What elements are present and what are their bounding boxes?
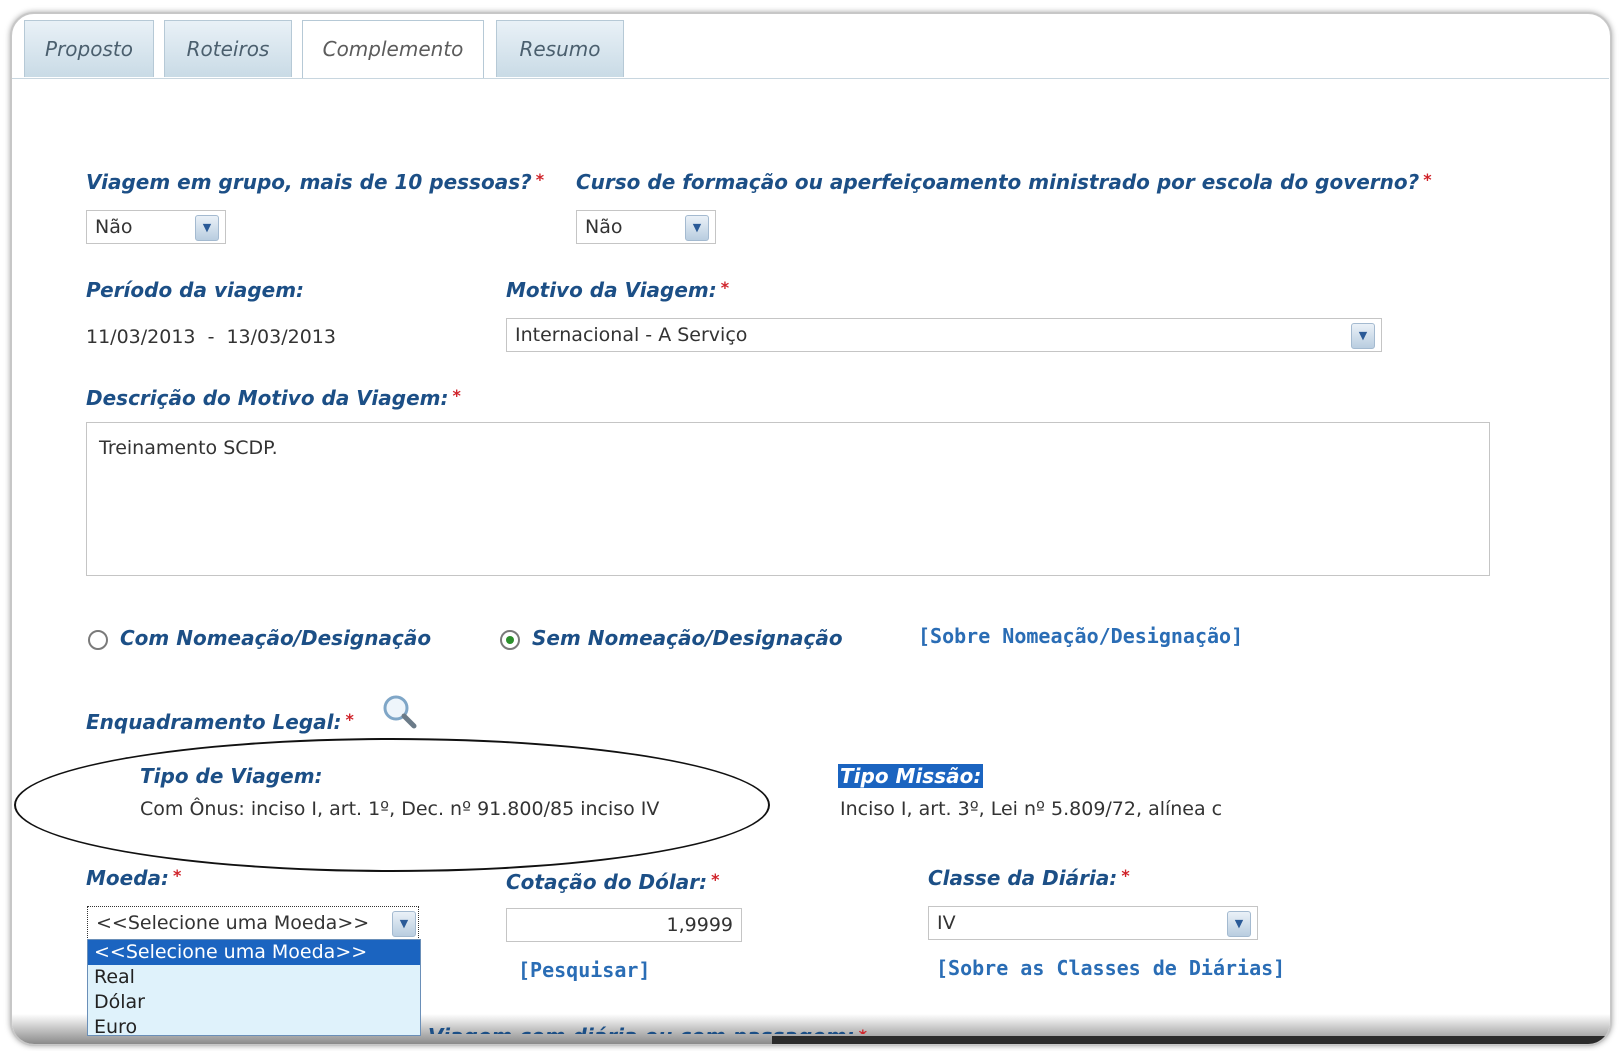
radio-com-nomeacao-label: Com Nomeação/Designação bbox=[120, 626, 432, 650]
radio-sem-nomeacao[interactable] bbox=[500, 630, 520, 650]
grupo-select-value: Não bbox=[95, 216, 133, 238]
chevron-down-icon: ▼ bbox=[392, 911, 416, 937]
classe-select-value: IV bbox=[937, 912, 956, 934]
sobre-nomeacao-link[interactable]: [Sobre Nomeação/Designação] bbox=[918, 624, 1243, 648]
periodo-label: Período da viagem: bbox=[86, 278, 305, 302]
required-marker: * bbox=[859, 1026, 867, 1034]
grupo-label: Viagem em grupo, mais de 10 pessoas? * bbox=[86, 170, 544, 194]
descricao-textarea[interactable]: Treinamento SCDP. bbox=[86, 422, 1490, 576]
tab-bar: Proposto Roteiros Complemento Resumo bbox=[12, 20, 1609, 79]
tipo-viagem-label: Tipo de Viagem: bbox=[140, 764, 323, 788]
moeda-option[interactable]: Dólar bbox=[88, 990, 420, 1015]
classe-label: Classe da Diária: * bbox=[928, 866, 1130, 890]
magnifier-icon[interactable] bbox=[380, 692, 420, 732]
required-marker: * bbox=[1121, 866, 1130, 885]
radio-com-nomeacao[interactable] bbox=[88, 630, 108, 650]
required-marker: * bbox=[711, 870, 720, 889]
radio-sem-nomeacao-label: Sem Nomeação/Designação bbox=[532, 626, 843, 650]
curso-label-text: Curso de formação ou aperfeiçoamento min… bbox=[576, 170, 1420, 194]
frame-bottom-bar bbox=[772, 1036, 1610, 1044]
chevron-down-icon: ▼ bbox=[1351, 323, 1375, 349]
curso-select-value: Não bbox=[585, 216, 623, 238]
motivo-select[interactable]: Internacional - A Serviço ▼ bbox=[506, 318, 1382, 352]
viagem-diaria-label-text: Viagem com diária ou com passagem: bbox=[428, 1024, 855, 1034]
sobre-classes-link[interactable]: [Sobre as Classes de Diárias] bbox=[936, 956, 1285, 980]
cotacao-input[interactable]: 1,9999 bbox=[506, 908, 742, 942]
viagem-diaria-label: Viagem com diária ou com passagem: * bbox=[428, 1022, 867, 1034]
moeda-select-value: <<Selecione uma Moeda>> bbox=[96, 912, 370, 934]
motivo-label-text: Motivo da Viagem: bbox=[506, 278, 717, 302]
tipo-missao-label-text: Tipo Missão: bbox=[838, 764, 984, 788]
periodo-value: 11/03/2013 - 13/03/2013 bbox=[86, 326, 336, 348]
cotacao-label: Cotação do Dólar: * bbox=[506, 870, 719, 894]
grupo-select[interactable]: Não ▼ bbox=[86, 210, 226, 244]
moeda-label-text: Moeda: bbox=[86, 866, 170, 890]
chevron-down-icon: ▼ bbox=[1227, 911, 1251, 937]
grupo-label-text: Viagem em grupo, mais de 10 pessoas? bbox=[86, 170, 532, 194]
moeda-option[interactable]: <<Selecione uma Moeda>> bbox=[88, 940, 420, 965]
periodo-separator: - bbox=[207, 326, 215, 348]
required-marker: * bbox=[535, 170, 545, 189]
enquadramento-label-text: Enquadramento Legal: bbox=[86, 710, 342, 734]
required-marker: * bbox=[345, 710, 354, 729]
moeda-label: Moeda: * bbox=[86, 866, 181, 890]
moeda-select[interactable]: <<Selecione uma Moeda>> ▼ bbox=[87, 906, 419, 940]
required-marker: * bbox=[720, 278, 730, 297]
classe-label-text: Classe da Diária: bbox=[928, 866, 1118, 890]
motivo-label: Motivo da Viagem: * bbox=[506, 278, 729, 302]
tab-complemento[interactable]: Complemento bbox=[302, 20, 484, 78]
required-marker: * bbox=[1423, 170, 1432, 189]
periodo-start: 11/03/2013 bbox=[86, 326, 196, 348]
descricao-label-text: Descrição do Motivo da Viagem: bbox=[86, 386, 449, 410]
periodo-end: 13/03/2013 bbox=[226, 326, 336, 348]
tipo-viagem-value: Com Ônus: inciso I, art. 1º, Dec. nº 91.… bbox=[140, 798, 660, 820]
curso-label: Curso de formação ou aperfeiçoamento min… bbox=[576, 170, 1432, 194]
descricao-label: Descrição do Motivo da Viagem: * bbox=[86, 386, 461, 410]
tab-roteiros[interactable]: Roteiros bbox=[164, 20, 292, 77]
tab-proposto[interactable]: Proposto bbox=[24, 20, 154, 77]
classe-select[interactable]: IV ▼ bbox=[928, 906, 1258, 940]
curso-select[interactable]: Não ▼ bbox=[576, 210, 716, 244]
tab-resumo[interactable]: Resumo bbox=[496, 20, 624, 77]
motivo-select-value: Internacional - A Serviço bbox=[515, 324, 748, 346]
required-marker: * bbox=[173, 866, 182, 885]
required-marker: * bbox=[452, 386, 461, 405]
chevron-down-icon: ▼ bbox=[195, 215, 219, 241]
tipo-missao-value: Inciso I, art. 3º, Lei nº 5.809/72, alín… bbox=[840, 798, 1223, 820]
pesquisar-link[interactable]: [Pesquisar] bbox=[518, 958, 650, 982]
tipo-missao-label: Tipo Missão: bbox=[838, 764, 984, 788]
moeda-option[interactable]: Euro bbox=[88, 1015, 420, 1035]
moeda-option[interactable]: Real bbox=[88, 965, 420, 990]
enquadramento-label: Enquadramento Legal: * bbox=[86, 710, 354, 734]
cotacao-label-text: Cotação do Dólar: bbox=[506, 870, 708, 894]
moeda-dropdown-list[interactable]: <<Selecione uma Moeda>> Real Dólar Euro bbox=[87, 939, 421, 1036]
chevron-down-icon: ▼ bbox=[685, 215, 709, 241]
